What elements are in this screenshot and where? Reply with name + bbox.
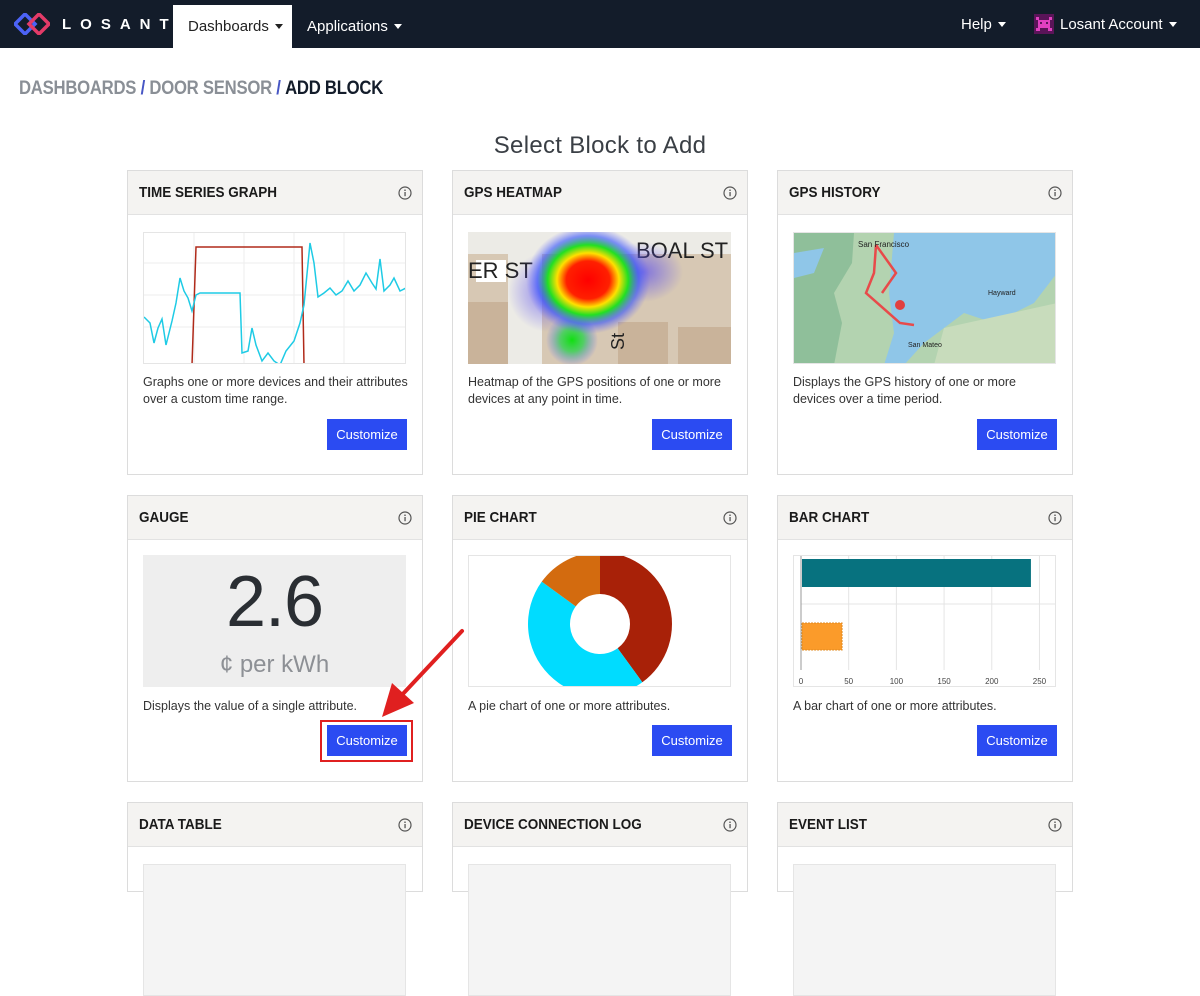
card-title: GPS HEATMAP bbox=[464, 184, 563, 201]
x-tick-label: 250 bbox=[1033, 677, 1047, 686]
nav-account[interactable]: Losant Account bbox=[1034, 0, 1177, 48]
gps-heatmap-preview: ER ST BOAL ST St bbox=[468, 232, 731, 364]
breadcrumb-separator: / bbox=[140, 78, 146, 99]
card-description: A bar chart of one or more attributes. bbox=[793, 699, 997, 713]
info-icon[interactable] bbox=[1048, 817, 1062, 832]
x-tick-label: 50 bbox=[844, 677, 853, 686]
card-description: Displays the GPS history of one or more … bbox=[793, 375, 1017, 406]
losant-logo[interactable]: LOSANT bbox=[14, 12, 178, 36]
pie-chart-preview bbox=[468, 555, 731, 687]
losant-logo-icon bbox=[14, 13, 50, 35]
card-header: GPS HISTORY bbox=[778, 171, 1072, 215]
card-header: GPS HEATMAP bbox=[453, 171, 747, 215]
bar-chart: 0 50 100 150 200 250 bbox=[799, 556, 1055, 686]
chevron-down-icon bbox=[393, 24, 402, 29]
map-label: St bbox=[608, 333, 628, 350]
card-header: DEVICE CONNECTION LOG bbox=[453, 803, 747, 847]
info-icon[interactable] bbox=[723, 817, 737, 832]
customize-button[interactable]: Customize bbox=[327, 419, 407, 450]
info-icon[interactable] bbox=[398, 185, 412, 200]
data-table-preview bbox=[143, 864, 406, 996]
pie-chart bbox=[528, 556, 672, 686]
card-title: GAUGE bbox=[139, 509, 189, 526]
x-tick-label: 200 bbox=[985, 677, 999, 686]
bar bbox=[802, 559, 1031, 587]
chevron-down-icon bbox=[1168, 21, 1177, 27]
info-icon[interactable] bbox=[723, 185, 737, 200]
info-icon[interactable] bbox=[1048, 185, 1062, 200]
gps-history-preview: San Francisco Hayward San Mateo bbox=[793, 232, 1056, 364]
nav-dashboards[interactable]: Dashboards bbox=[173, 5, 292, 48]
card-description: Graphs one or more devices and their att… bbox=[143, 375, 408, 406]
card-title: DEVICE CONNECTION LOG bbox=[464, 816, 642, 833]
block-card-time-series-graph[interactable]: TIME SERIES GRAPH Graphs one or more dev… bbox=[127, 170, 423, 475]
card-title: DATA TABLE bbox=[139, 816, 222, 833]
bar bbox=[801, 622, 843, 651]
gauge-preview: 2.6 ¢ per kWh bbox=[143, 555, 406, 687]
info-icon[interactable] bbox=[398, 817, 412, 832]
nav-applications-label: Applications bbox=[307, 18, 388, 35]
x-tick-label: 150 bbox=[937, 677, 951, 686]
map-label: San Francisco bbox=[858, 240, 910, 249]
info-icon[interactable] bbox=[723, 510, 737, 525]
customize-button[interactable]: Customize bbox=[652, 725, 732, 756]
block-card-data-table[interactable]: DATA TABLE bbox=[127, 802, 423, 996]
card-header: TIME SERIES GRAPH bbox=[128, 171, 422, 215]
x-tick-label: 0 bbox=[799, 677, 804, 686]
block-card-event-list[interactable]: EVENT LIST bbox=[777, 802, 1073, 996]
gauge-unit: ¢ per kWh bbox=[219, 651, 330, 678]
brand-name: LOSANT bbox=[62, 15, 178, 33]
annotation-arrow-icon bbox=[382, 629, 464, 717]
card-title: EVENT LIST bbox=[789, 816, 868, 833]
gauge-value: 2.6 bbox=[225, 562, 324, 642]
heatmap-thumbnail: ER ST BOAL ST St bbox=[468, 232, 731, 364]
top-navbar: LOSANT Dashboards Applications Help Losa… bbox=[0, 0, 1200, 48]
block-card-device-connection-log[interactable]: DEVICE CONNECTION LOG bbox=[452, 802, 748, 996]
card-title: TIME SERIES GRAPH bbox=[139, 184, 278, 201]
nav-dashboards-label: Dashboards bbox=[188, 18, 269, 35]
customize-button[interactable]: Customize bbox=[977, 419, 1057, 450]
card-description: Heatmap of the GPS positions of one or m… bbox=[468, 375, 721, 406]
customize-button[interactable]: Customize bbox=[652, 419, 732, 450]
time-series-chart-thumbnail bbox=[144, 233, 405, 363]
card-header: GAUGE bbox=[128, 496, 422, 540]
chevron-down-icon bbox=[997, 21, 1006, 27]
chevron-down-icon bbox=[274, 24, 283, 29]
nav-help-label: Help bbox=[961, 15, 992, 33]
card-header: EVENT LIST bbox=[778, 803, 1072, 847]
x-tick-label: 100 bbox=[890, 677, 904, 686]
bar-chart-preview: 0 50 100 150 200 250 bbox=[793, 555, 1056, 687]
card-description: A pie chart of one or more attributes. bbox=[468, 699, 671, 713]
card-header: DATA TABLE bbox=[128, 803, 422, 847]
connection-log-preview bbox=[468, 864, 731, 996]
card-title: BAR CHART bbox=[789, 509, 870, 526]
highlight-box bbox=[320, 720, 413, 762]
nav-account-label: Losant Account bbox=[1060, 15, 1163, 33]
event-list-preview bbox=[793, 864, 1056, 996]
nav-help[interactable]: Help bbox=[961, 0, 1006, 48]
breadcrumb-separator: / bbox=[276, 78, 281, 99]
block-card-bar-chart[interactable]: BAR CHART 0 50 100 150 200 250 A bar chart of… bbox=[777, 495, 1073, 782]
card-title: PIE CHART bbox=[464, 509, 537, 526]
card-header: PIE CHART bbox=[453, 496, 747, 540]
block-card-gps-history[interactable]: GPS HISTORY San Francisco Hayward San Ma… bbox=[777, 170, 1073, 475]
nav-applications[interactable]: Applications bbox=[292, 5, 417, 48]
card-title: GPS HISTORY bbox=[789, 184, 881, 201]
breadcrumb-dashboards[interactable]: DASHBOARDS bbox=[19, 78, 136, 99]
card-header: BAR CHART bbox=[778, 496, 1072, 540]
info-icon[interactable] bbox=[398, 510, 412, 525]
block-card-pie-chart[interactable]: PIE CHART A pie chart of one or more att… bbox=[452, 495, 748, 782]
map-label: San Mateo bbox=[908, 342, 942, 349]
map-thumbnail: San Francisco Hayward San Mateo bbox=[794, 233, 1055, 363]
customize-button[interactable]: Customize bbox=[977, 725, 1057, 756]
info-icon[interactable] bbox=[1048, 510, 1062, 525]
breadcrumb-current: ADD BLOCK bbox=[285, 78, 384, 99]
map-label: Hayward bbox=[988, 290, 1016, 297]
account-avatar-icon bbox=[1034, 14, 1054, 34]
breadcrumb: DASHBOARDS / DOOR SENSOR / ADD BLOCK bbox=[19, 78, 383, 100]
breadcrumb-door-sensor[interactable]: DOOR SENSOR bbox=[149, 78, 272, 99]
time-series-preview bbox=[143, 232, 406, 364]
page-title: Select Block to Add bbox=[493, 132, 707, 159]
block-card-gps-heatmap[interactable]: GPS HEATMAP ER ST BOAL ST St Heatmap of … bbox=[452, 170, 748, 475]
